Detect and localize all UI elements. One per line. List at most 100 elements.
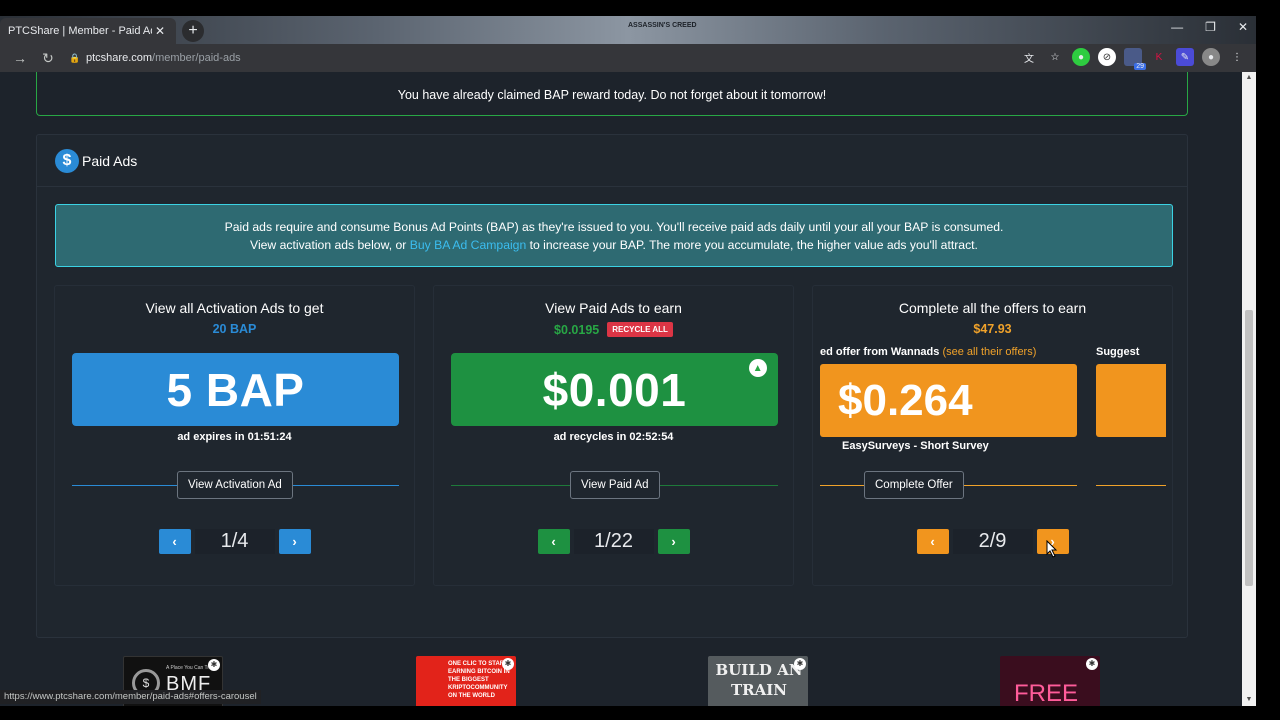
reload-icon[interactable]: ↻ [36, 46, 60, 70]
theme-logo: ASSASSIN'S CREED [628, 22, 697, 29]
gear-icon[interactable]: ✱ [794, 658, 806, 670]
prev-icon[interactable]: ‹ [537, 529, 570, 554]
offer-slide: ed offer from Wannads (see all their off… [820, 346, 1077, 452]
extension-badge-icon[interactable]: 29 [1124, 48, 1146, 70]
panel-header: $ Paid Ads [37, 135, 1187, 187]
complete-offer-button[interactable]: Complete Offer [864, 471, 964, 499]
paid-card-title: View Paid Ads to earn [545, 300, 682, 316]
offers-page-count: 2/9 [952, 529, 1033, 554]
activation-pager: ‹ 1/4 › [55, 529, 414, 554]
next-offer-label: Suggest [1096, 346, 1140, 358]
browser-toolbar: → ↻ 🔒 ptcshare.com /member/paid-ads 文 ☆ … [0, 44, 1256, 72]
forward-icon[interactable]: → [8, 46, 32, 70]
banner-ad-crypto[interactable]: ONE CLIC TO START EARNING BITCOIN IN THE… [416, 656, 516, 706]
banner-ad-train[interactable]: BUILD AN TRAIN ✱ [708, 656, 808, 706]
star-icon[interactable]: ☆ [1046, 48, 1064, 66]
info-line-2-pre: View activation ads below, or [250, 238, 410, 252]
banner-crypto-text: ONE CLIC TO START EARNING BITCOIN IN THE… [448, 661, 510, 699]
activation-card-title: View all Activation Ads to get [145, 300, 324, 316]
offers-card: Complete all the offers to earn $47.93 e… [812, 285, 1173, 586]
activation-reward-tile[interactable]: 5 BAP [72, 353, 399, 426]
url-host: ptcshare.com [86, 52, 153, 64]
paid-earn-row: $0.0195 RECYCLE ALL [434, 322, 793, 337]
prev-icon[interactable]: ‹ [158, 529, 191, 554]
recycle-all-button[interactable]: RECYCLE ALL [607, 322, 673, 337]
mouse-cursor-icon [1046, 540, 1058, 558]
url-path: /member/paid-ads [152, 52, 241, 64]
divider-line [1096, 485, 1166, 486]
banner-train-text: BUILD AN TRAIN [715, 661, 803, 699]
status-bar-url: https://www.ptcshare.com/member/paid-ads… [0, 690, 261, 704]
gear-icon[interactable]: ✱ [1086, 658, 1098, 670]
activation-expiry: ad expires in 01:51:24 [55, 431, 414, 443]
offers-pager: ‹ 2/9 › [813, 529, 1172, 554]
menu-icon[interactable]: ⋮ [1228, 48, 1246, 66]
bottom-black-bar [0, 706, 1256, 720]
alert-text: You have already claimed BAP reward toda… [397, 88, 827, 102]
prev-icon[interactable]: ‹ [916, 529, 949, 554]
maximize-icon[interactable]: ❐ [1205, 20, 1216, 34]
activation-ads-card: View all Activation Ads to get 20 BAP 5 … [54, 285, 415, 586]
offer-name: EasySurveys - Short Survey [842, 440, 989, 452]
avatar[interactable]: ● [1202, 48, 1220, 66]
paid-tile-value: $0.001 [542, 363, 687, 416]
page-scrollbar[interactable]: ▲ ▼ [1242, 72, 1256, 706]
recycle-time: 02:52:54 [629, 431, 674, 443]
info-line-2-post: to increase your BAP. The more you accum… [526, 238, 978, 252]
see-all-offers-link[interactable]: (see all their offers) [942, 346, 1036, 358]
right-black-edge [1256, 16, 1280, 720]
recycle-label: ad recycles in [553, 431, 630, 443]
activation-bap-total: 20 BAP [212, 322, 257, 336]
banner-free-text: FREE [1014, 680, 1079, 706]
buy-campaign-link[interactable]: Buy BA Ad Campaign [410, 238, 527, 252]
extension-green-icon[interactable]: ● [1072, 48, 1090, 66]
activation-page-count: 1/4 [194, 529, 275, 554]
extension-block-icon[interactable]: ⊘ [1098, 48, 1116, 66]
triangle-logo-icon: ▲ [749, 359, 767, 377]
close-window-icon[interactable]: ✕ [1238, 20, 1248, 34]
new-tab-button[interactable]: + [182, 20, 204, 42]
offer-source-label: ed offer from Wannads (see all their off… [820, 346, 1077, 364]
minimize-icon[interactable]: — [1171, 20, 1183, 34]
scroll-down-icon[interactable]: ▼ [1242, 694, 1256, 706]
paid-recycle-timer: ad recycles in 02:52:54 [434, 431, 793, 443]
expiry-label: ad expires in [177, 431, 248, 443]
offer-slide-next: Suggest [1096, 346, 1166, 437]
info-line-1: Paid ads require and consume Bonus Ad Po… [224, 220, 1004, 234]
address-bar[interactable]: 🔒 ptcshare.com /member/paid-ads [64, 47, 1058, 69]
scroll-up-icon[interactable]: ▲ [1242, 72, 1256, 84]
bap-claimed-alert: You have already claimed BAP reward toda… [36, 72, 1188, 116]
browser-tab[interactable]: PTCShare | Member - Paid Ads ✕ [0, 18, 176, 44]
tab-strip: PTCShare | Member - Paid Ads ✕ + ASSASSI… [0, 16, 1256, 44]
offer-label-text: ed offer from Wannads [820, 346, 943, 358]
offer-reward-tile[interactable]: $0.264 [820, 364, 1077, 437]
bap-info-box: Paid ads require and consume Bonus Ad Po… [55, 204, 1173, 267]
view-paid-ad-button[interactable]: View Paid Ad [570, 471, 660, 499]
gear-icon[interactable]: ✱ [502, 658, 514, 670]
paid-pager: ‹ 1/22 › [434, 529, 793, 554]
gear-icon[interactable]: ✱ [208, 659, 220, 671]
extension-k-icon[interactable]: K [1150, 48, 1168, 66]
paid-ads-panel: $ Paid Ads Paid ads require and consume … [36, 134, 1188, 638]
banner-ad-free[interactable]: FREE ✱ [1000, 656, 1100, 706]
close-icon[interactable]: ✕ [152, 24, 168, 38]
paid-page-count: 1/22 [573, 529, 654, 554]
paid-earn-total: $0.0195 [554, 323, 600, 337]
top-black-bar [0, 0, 1280, 16]
view-activation-ad-button[interactable]: View Activation Ad [177, 471, 293, 499]
extension-pen-icon[interactable]: ✎ [1176, 48, 1194, 66]
translate-icon[interactable]: 文 [1020, 48, 1038, 66]
window-controls: — ❐ ✕ [1171, 20, 1248, 34]
offers-card-title: Complete all the offers to earn [898, 300, 1087, 316]
next-icon[interactable]: › [278, 529, 311, 554]
next-icon[interactable]: › [657, 529, 690, 554]
lock-icon: 🔒 [69, 52, 81, 63]
paid-reward-tile[interactable]: $0.001 ▲ [451, 353, 778, 426]
tab-title: PTCShare | Member - Paid Ads [8, 25, 152, 37]
scroll-thumb[interactable] [1245, 310, 1253, 586]
next-offer-tile[interactable] [1096, 364, 1166, 437]
paid-ads-card: View Paid Ads to earn $0.0195 RECYCLE ALL… [433, 285, 794, 586]
info-line-2: View activation ads below, or Buy BA Ad … [56, 236, 1172, 254]
extensions-row: 文 ☆ ● ⊘ 29 K ✎ ● ⋮ [1020, 48, 1246, 70]
panel-title: Paid Ads [82, 152, 138, 169]
